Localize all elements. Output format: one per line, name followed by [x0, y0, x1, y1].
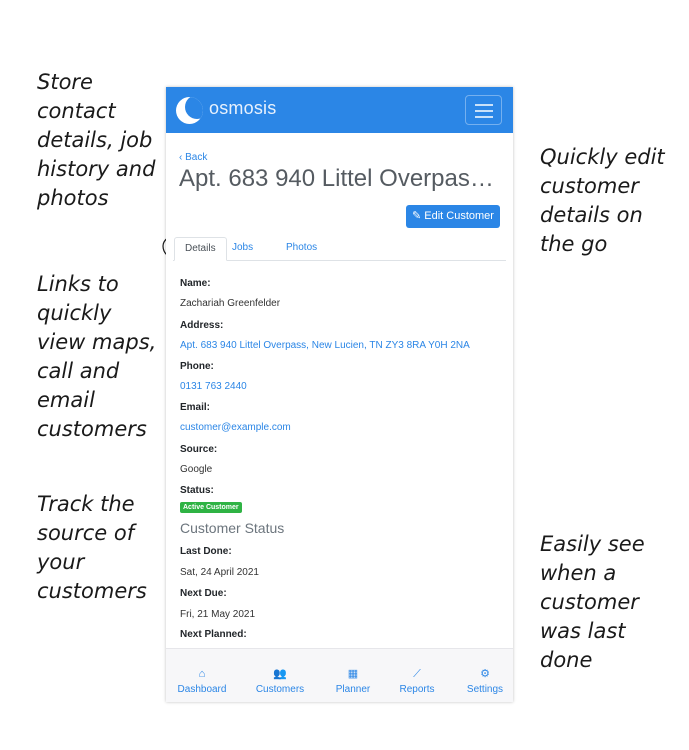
last-done-value: Sat, 24 April 2021: [180, 567, 259, 578]
status-badge: Active Customer: [180, 502, 242, 513]
edit-customer-button[interactable]: ✎ Edit Customer: [406, 205, 500, 228]
caption-track-source: Track the source of your customers: [37, 492, 147, 603]
customer-tabs: Details Jobs Photos: [173, 237, 506, 261]
phone-screen: osmosis ‹ Back Apt. 683 940 Littel Overp…: [166, 87, 513, 702]
page-title: Apt. 683 940 Littel Overpass, New L...: [179, 165, 504, 192]
name-value: Zachariah Greenfelder: [180, 298, 281, 309]
tab-photos[interactable]: Photos: [276, 237, 327, 261]
tab-jobs[interactable]: Jobs: [222, 237, 263, 261]
customer-status-heading: Customer Status: [180, 520, 285, 536]
brand-name: osmosis: [209, 98, 277, 118]
top-navbar: osmosis: [166, 87, 513, 133]
next-planned-label: Next Planned:: [180, 629, 247, 640]
home-icon: ⌂: [198, 668, 206, 680]
calendar-icon: ▦: [347, 668, 359, 680]
source-value: Google: [180, 464, 213, 475]
next-due-label: Next Due:: [180, 588, 227, 599]
tab-details[interactable]: Details: [174, 237, 227, 261]
users-icon: 👥: [273, 668, 287, 680]
edit-icon: ✎: [412, 210, 422, 222]
caption-quick-links: Links to quickly view maps, call and ema…: [37, 272, 157, 441]
email-link[interactable]: customer@example.com: [180, 422, 291, 433]
chart-icon: ⟋: [413, 668, 421, 680]
status-label: Status:: [180, 485, 214, 496]
bottom-navigation: ⌂ Dashboard 👥 Customers ▦ Planner ⟋ Repo…: [166, 648, 513, 702]
address-link[interactable]: Apt. 683 940 Littel Overpass, New Lucien…: [180, 340, 470, 351]
osmosis-logo-icon: [176, 97, 203, 124]
last-done-label: Last Done:: [180, 546, 232, 557]
menu-toggle-button[interactable]: [465, 95, 502, 125]
phone-label: Phone:: [180, 361, 214, 372]
next-due-value: Fri, 21 May 2021: [180, 609, 256, 620]
nav-customers[interactable]: 👥 Customers: [252, 649, 308, 697]
nav-reports[interactable]: ⟋ Reports: [397, 649, 437, 697]
back-link[interactable]: ‹ Back: [179, 152, 207, 163]
nav-settings[interactable]: ⚙ Settings: [465, 649, 505, 697]
caption-contact-details: Store contact details, job history and p…: [37, 70, 156, 210]
name-label: Name:: [180, 278, 211, 289]
nav-dashboard[interactable]: ⌂ Dashboard: [176, 649, 228, 697]
address-label: Address:: [180, 320, 224, 331]
nav-planner[interactable]: ▦ Planner: [334, 649, 372, 697]
gear-icon: ⚙: [480, 668, 490, 680]
caption-edit-customer: Quickly edit customer details on the go: [540, 145, 665, 256]
source-label: Source:: [180, 444, 218, 455]
email-label: Email:: [180, 402, 211, 413]
phone-link[interactable]: 0131 763 2440: [180, 381, 247, 392]
caption-last-done: Easily see when a customer was last done: [540, 532, 645, 672]
